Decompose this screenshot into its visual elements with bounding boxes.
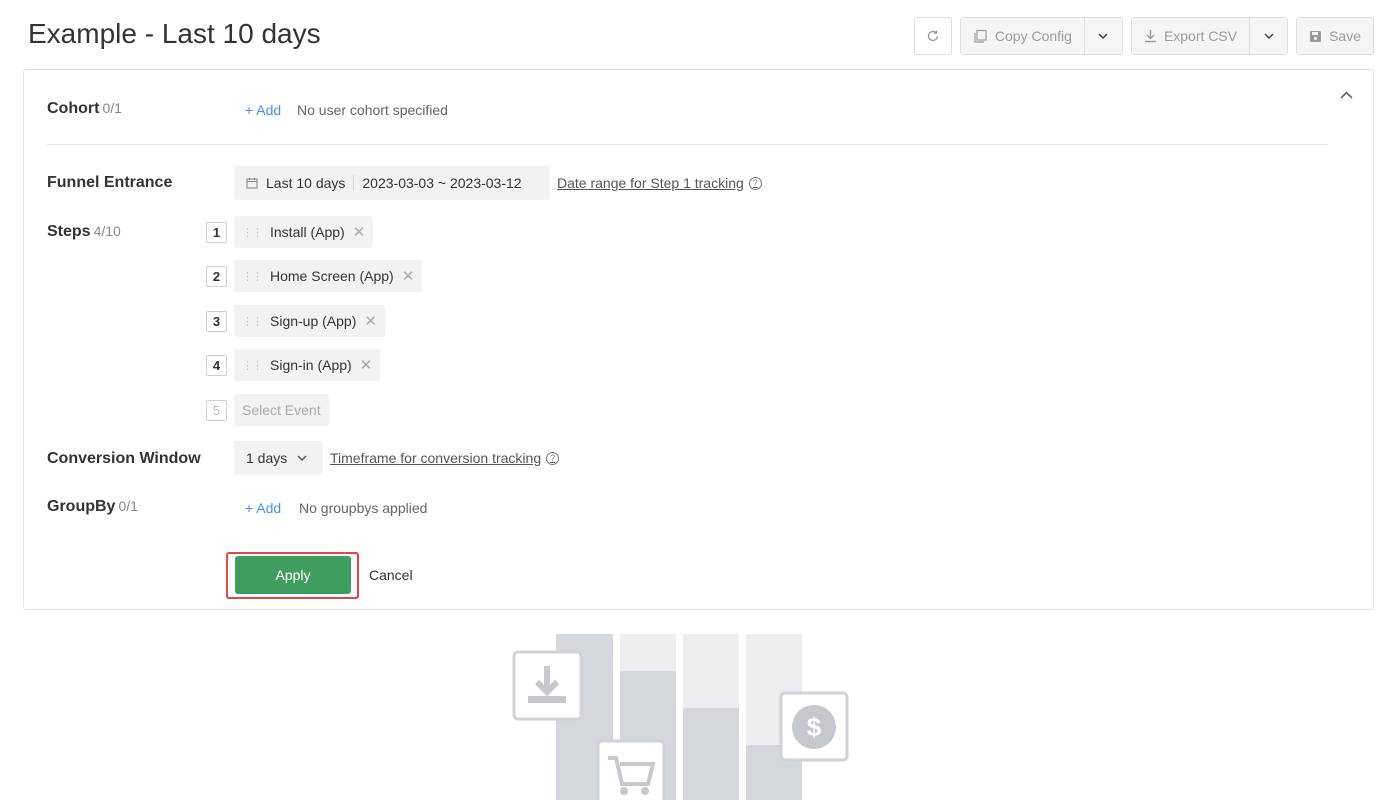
step-name: Sign-in (App) [270, 357, 352, 373]
save-label: Save [1329, 28, 1361, 44]
step-number: 5 [206, 400, 227, 421]
date-range-help-link[interactable]: Date range for Step 1 tracking ? [557, 175, 762, 191]
calendar-icon [246, 178, 258, 189]
copy-config-label: Copy Config [994, 28, 1072, 44]
step-chip-install[interactable]: ⋮⋮ Install (App) ✕ [234, 216, 374, 248]
divider [47, 144, 1328, 145]
export-csv-group: Export CSV [1130, 17, 1289, 55]
export-csv-label: Export CSV [1163, 28, 1238, 44]
export-csv-button[interactable]: Export CSV [1130, 17, 1251, 55]
toolbar: Copy Config Export CSV Save [913, 17, 1374, 55]
cart-icon [596, 739, 666, 800]
cancel-button[interactable]: Cancel [369, 567, 413, 583]
step-chip-home-screen[interactable]: ⋮⋮ Home Screen (App) ✕ [234, 260, 423, 292]
cohort-count: 0/1 [102, 100, 122, 116]
chevron-down-icon [1264, 33, 1274, 39]
add-cohort-button[interactable]: + Add [245, 102, 281, 118]
conversion-help-link[interactable]: Timeframe for conversion tracking ? [330, 450, 560, 466]
drag-handle-icon[interactable]: ⋮⋮ [242, 359, 263, 372]
copy-config-group: Copy Config [959, 17, 1123, 55]
cohort-label-text: Cohort [47, 100, 100, 117]
download-icon [1144, 30, 1156, 43]
steps-label-text: Steps [47, 223, 91, 240]
conversion-window-select[interactable]: 1 days [234, 441, 323, 475]
copy-config-dropdown[interactable] [1084, 17, 1123, 55]
svg-text:$: $ [807, 712, 822, 742]
close-icon[interactable]: ✕ [402, 267, 415, 285]
conversion-window-label: Conversion Window [47, 450, 201, 467]
select-event-button[interactable]: Select Event [234, 394, 329, 426]
steps-label: Steps 4/10 [47, 223, 121, 241]
cohort-label: Cohort 0/1 [47, 100, 122, 118]
date-preset: Last 10 days [266, 175, 346, 191]
funnel-illustration: $ [512, 634, 849, 800]
groupby-count: 0/1 [118, 498, 138, 514]
chevron-down-icon [297, 455, 307, 461]
apply-button[interactable]: Apply [235, 556, 351, 594]
copy-config-button[interactable]: Copy Config [959, 17, 1085, 55]
date-range-picker[interactable]: Last 10 days 2023-03-03 ~ 2023-03-12 [234, 166, 550, 200]
step-name: Sign-up (App) [270, 313, 357, 329]
conversion-window-value: 1 days [246, 450, 288, 466]
chevron-up-icon [1340, 91, 1353, 99]
drag-handle-icon[interactable]: ⋮⋮ [242, 226, 263, 239]
drag-handle-icon[interactable]: ⋮⋮ [242, 315, 263, 328]
add-groupby-button[interactable]: + Add [245, 500, 281, 516]
close-icon[interactable]: ✕ [360, 356, 373, 374]
dollar-coin-icon: $ [779, 691, 849, 762]
step-name: Install (App) [270, 224, 345, 240]
help-icon: ? [748, 176, 762, 190]
step-number: 3 [206, 311, 227, 332]
close-icon[interactable]: ✕ [353, 223, 366, 241]
cohort-empty-text: No user cohort specified [297, 102, 448, 118]
export-csv-dropdown[interactable] [1250, 17, 1289, 55]
download-icon [512, 650, 583, 721]
date-range-help-text: Date range for Step 1 tracking [557, 175, 744, 191]
save-button[interactable]: Save [1296, 17, 1374, 55]
copy-icon [974, 29, 987, 43]
collapse-button[interactable] [1340, 86, 1353, 104]
step-chip-sign-up[interactable]: ⋮⋮ Sign-up (App) ✕ [234, 305, 385, 337]
save-icon [1310, 30, 1322, 42]
groupby-empty-text: No groupbys applied [299, 500, 428, 516]
chevron-down-icon [1098, 33, 1108, 39]
close-icon[interactable]: ✕ [364, 312, 377, 330]
step-number: 1 [206, 222, 227, 243]
step-number: 4 [206, 355, 227, 376]
refresh-icon [927, 30, 939, 42]
funnel-entrance-label: Funnel Entrance [47, 174, 173, 191]
groupby-label: GroupBy 0/1 [47, 498, 138, 516]
drag-handle-icon[interactable]: ⋮⋮ [242, 270, 263, 283]
step-number: 2 [206, 266, 227, 287]
help-icon: ? [546, 451, 560, 465]
date-separator [353, 175, 355, 191]
refresh-button[interactable] [913, 17, 952, 55]
conversion-help-text: Timeframe for conversion tracking [330, 450, 542, 466]
groupby-label-text: GroupBy [47, 498, 116, 515]
date-range-value: 2023-03-03 ~ 2023-03-12 [362, 175, 522, 191]
step-chip-sign-in[interactable]: ⋮⋮ Sign-in (App) ✕ [234, 349, 381, 381]
query-panel: Cohort 0/1 + Add No user cohort specified… [23, 69, 1374, 610]
page-title: Example - Last 10 days [28, 18, 321, 49]
steps-count: 4/10 [93, 223, 121, 239]
step-name: Home Screen (App) [270, 268, 394, 284]
